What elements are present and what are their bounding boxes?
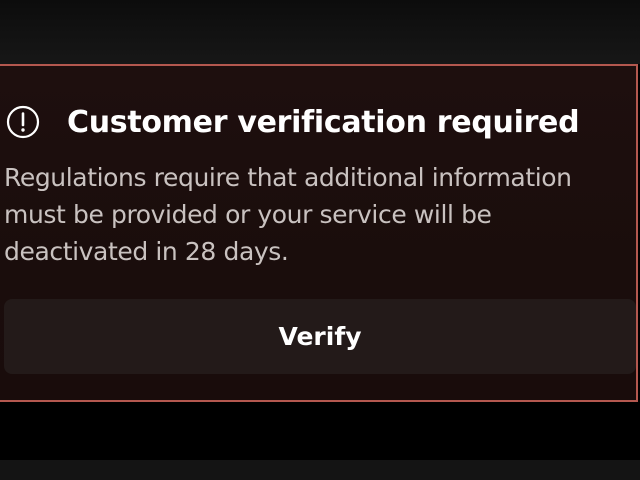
- top-strip: [0, 0, 640, 64]
- verify-button[interactable]: Verify: [4, 299, 636, 374]
- alert-title: Customer verification required: [67, 104, 580, 140]
- alert-header: Customer verification required: [6, 100, 580, 144]
- screen: Customer verification required Regulatio…: [0, 0, 640, 480]
- alert-circle-icon: [6, 105, 40, 139]
- verification-alert-card: Customer verification required Regulatio…: [0, 64, 638, 402]
- alert-message: Regulations require that additional info…: [4, 163, 572, 266]
- bottom-bar: [0, 460, 640, 480]
